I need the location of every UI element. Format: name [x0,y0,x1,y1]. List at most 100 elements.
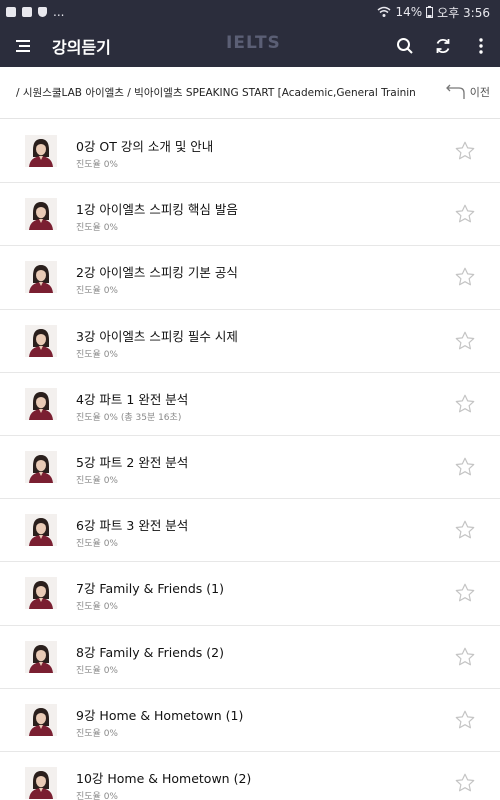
lecture-title: 4강 파트 1 완전 분석 [76,391,189,407]
back-arrow-icon [445,84,465,99]
lecture-row[interactable]: 0강 OT 강의 소개 및 안내 진도율 0% [0,120,500,184]
instructor-thumbnail [25,640,57,673]
search-icon [397,37,413,54]
lecture-progress: 진도율 0% [76,602,118,613]
app-bar: 강의듣기 IELTS [0,24,500,67]
lecture-progress: 진도율 0% [76,223,118,234]
lecture-title: 2강 아이엘츠 스피킹 기본 공식 [76,265,238,281]
lecture-row[interactable]: 10강 Home & Hometown (2) 진도율 0% [0,752,500,800]
battery-icon [426,6,434,18]
lecture-title: 7강 Family & Friends (1) [76,581,224,597]
favorite-button[interactable] [454,203,476,225]
instructor-avatar-icon [25,640,57,673]
lecture-row[interactable]: 2강 아이엘츠 스피킹 기본 공식 진도율 0% [0,246,500,310]
lecture-progress: 진도율 0% [76,475,118,486]
lecture-progress: 진도율 0% [76,791,118,800]
status-bar: ... 14% 오후 3:56 [0,0,500,24]
image-notification-icon [6,7,16,17]
search-button[interactable] [386,24,424,67]
instructor-avatar-icon [25,450,57,483]
lecture-row[interactable]: 7강 Family & Friends (1) 진도율 0% [0,562,500,626]
favorite-button[interactable] [454,772,476,794]
status-time: 오후 3:56 [437,5,490,20]
favorite-button[interactable] [454,519,476,541]
lecture-row[interactable]: 8강 Family & Friends (2) 진도율 0% [0,626,500,689]
lecture-progress: 진도율 0% [76,665,118,676]
star-icon [455,331,475,349]
lecture-title: 6강 파트 3 완전 분석 [76,518,189,534]
lecture-progress: 진도율 0% [76,349,118,360]
lecture-row[interactable]: 5강 파트 2 완전 분석 진도율 0% [0,436,500,500]
favorite-button[interactable] [454,646,476,668]
menu-icon [16,39,30,52]
favorite-button[interactable] [454,709,476,731]
breadcrumb: / 시원스쿨LAB 아이엘츠 / 빅아이엘츠 SPEAKING START [A… [16,87,416,99]
lecture-title: 8강 Family & Friends (2) [76,644,224,660]
lecture-row[interactable]: 3강 아이엘츠 스피킹 필수 시제 진도율 0% [0,310,500,373]
star-icon [455,268,475,286]
star-icon [455,457,475,476]
favorite-button[interactable] [454,393,476,415]
lecture-title: 3강 아이엘츠 스피킹 필수 시제 [76,328,238,344]
battery-percent: 14% [395,5,423,19]
instructor-thumbnail [25,135,57,167]
menu-button[interactable] [0,24,48,67]
instructor-avatar-icon [25,577,57,610]
instructor-thumbnail [25,324,57,357]
lecture-progress: 진도율 0% (총 35분 16초) [76,412,182,423]
instructor-avatar-icon [25,324,57,357]
more-vert-icon [479,37,483,54]
status-system: 14% 오후 3:56 [377,4,490,21]
refresh-icon [436,38,450,53]
refresh-button[interactable] [424,24,462,67]
back-button[interactable]: 이전 [444,84,490,100]
shield-notification-icon [38,7,47,17]
instructor-thumbnail [25,450,57,483]
lecture-row[interactable]: 9강 Home & Hometown (1) 진도율 0% [0,689,500,752]
instructor-thumbnail [25,514,57,547]
lecture-title: 5강 파트 2 완전 분석 [76,454,189,470]
more-options-button[interactable] [462,24,500,67]
instructor-avatar-icon [25,766,57,799]
star-icon [455,773,475,792]
back-label: 이전 [469,86,490,99]
star-icon [455,647,475,665]
lecture-title: 9강 Home & Hometown (1) [76,707,244,723]
lecture-title: 1강 아이엘츠 스피킹 핵심 발음 [76,202,238,218]
instructor-thumbnail [25,387,57,420]
favorite-button[interactable] [454,330,476,352]
file-notification-icon [22,7,32,17]
star-icon [455,394,475,413]
status-notifications: ... [6,5,64,19]
instructor-avatar-icon [25,198,57,231]
lecture-row[interactable]: 4강 파트 1 완전 분석 진도율 0% (총 35분 16초) [0,373,500,436]
lecture-title: 10강 Home & Hometown (2) [76,770,252,786]
favorite-button[interactable] [454,266,476,288]
instructor-avatar-icon [25,514,57,547]
app-bar-actions [386,24,500,67]
lecture-row[interactable]: 1강 아이엘츠 스피킹 핵심 발음 진도율 0% [0,183,500,247]
star-icon [455,520,475,539]
lecture-title: 0강 OT 강의 소개 및 안내 [76,139,214,154]
instructor-avatar-icon [25,261,57,294]
breadcrumb-bar: / 시원스쿨LAB 아이엘츠 / 빅아이엘츠 SPEAKING START [A… [0,67,500,119]
lecture-progress: 진도율 0% [76,286,118,297]
instructor-avatar-icon [25,387,57,420]
favorite-button[interactable] [454,140,476,162]
star-icon [455,584,475,602]
instructor-thumbnail [25,577,57,610]
star-icon [455,141,475,160]
star-icon [455,204,475,223]
brand-logo: IELTS [226,33,281,53]
instructor-avatar-icon [25,135,57,167]
favorite-button[interactable] [454,582,476,604]
lecture-progress: 진도율 0% [76,160,118,170]
instructor-thumbnail [25,766,57,799]
lecture-progress: 진도율 0% [76,539,118,550]
lecture-row[interactable]: 6강 파트 3 완전 분석 진도율 0% [0,499,500,563]
instructor-thumbnail [25,198,57,231]
wifi-icon [378,6,391,17]
instructor-thumbnail [25,261,57,294]
favorite-button[interactable] [454,456,476,478]
star-icon [455,710,475,729]
